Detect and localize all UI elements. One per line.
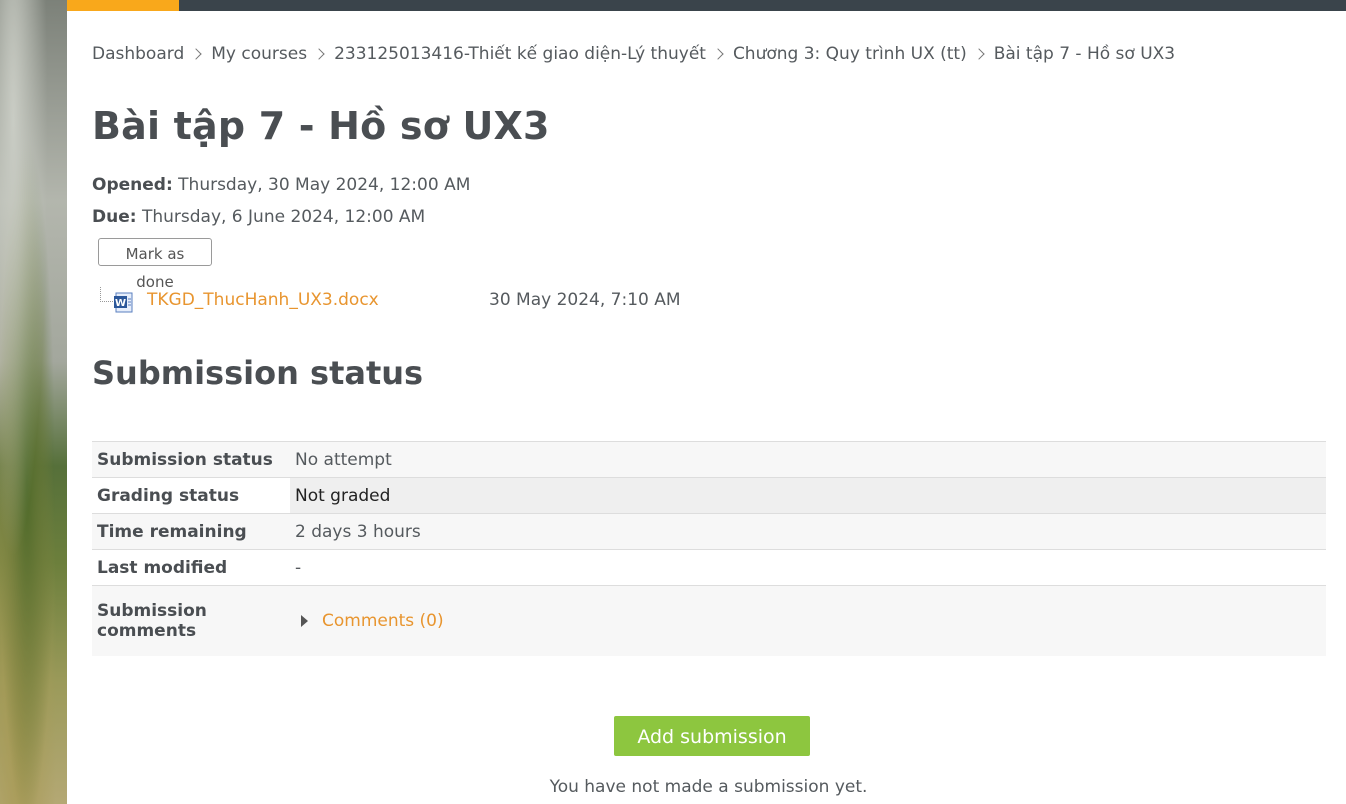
no-submission-text: You have not made a submission yet. <box>549 777 868 797</box>
row-value: No attempt <box>295 449 392 470</box>
section-title: Submission status <box>92 354 424 392</box>
attachment-link[interactable]: TKGD_ThucHanh_UX3.docx <box>147 290 379 310</box>
table-row: Last modified - <box>92 549 1326 586</box>
table-row: Time remaining 2 days 3 hours <box>92 513 1326 550</box>
caret-right-icon <box>301 614 308 627</box>
due-date: Due: Thursday, 6 June 2024, 12:00 AM <box>92 207 425 227</box>
word-doc-icon: W <box>114 292 133 313</box>
row-label: Last modified <box>97 557 228 578</box>
opened-label: Opened: <box>92 175 173 195</box>
file-tree-connector <box>100 287 113 302</box>
attachment-date: 30 May 2024, 7:10 AM <box>489 290 681 310</box>
breadcrumb-chevron-icon <box>973 48 985 60</box>
comments-toggle[interactable]: Comments (0) <box>295 611 444 631</box>
svg-text:W: W <box>115 298 126 309</box>
breadcrumb-section[interactable]: Chương 3: Quy trình UX (tt) <box>733 44 967 64</box>
row-label: Submission comments <box>92 586 290 657</box>
breadcrumb-chevron-icon <box>313 48 325 60</box>
row-label: Grading status <box>92 477 290 514</box>
due-label: Due: <box>92 207 137 227</box>
row-label: Time remaining <box>97 521 247 542</box>
opened-date: Opened: Thursday, 30 May 2024, 12:00 AM <box>92 175 470 195</box>
row-value: 2 days 3 hours <box>295 521 421 542</box>
comments-label-line1: Submission <box>97 601 207 621</box>
background-image-strip <box>0 0 67 804</box>
opened-value: Thursday, 30 May 2024, 12:00 AM <box>178 175 471 195</box>
submission-status-table: Submission status No attempt Grading sta… <box>92 441 1326 656</box>
row-value: Not graded <box>290 477 1326 514</box>
navbar-accent <box>67 0 179 11</box>
table-row: Submission status No attempt <box>92 441 1326 478</box>
row-label: Submission status <box>97 449 273 470</box>
mark-as-done-button[interactable]: Mark as done <box>98 238 212 291</box>
breadcrumb-my-courses[interactable]: My courses <box>211 44 307 64</box>
page-title: Bài tập 7 - Hồ sơ UX3 <box>92 104 550 148</box>
top-navbar <box>67 0 1346 11</box>
main-page: Dashboard My courses 233125013416-Thiết … <box>67 0 1346 804</box>
comments-link[interactable]: Comments (0) <box>322 611 444 631</box>
table-row: Grading status Not graded <box>92 477 1326 514</box>
comments-label-line2: comments <box>97 621 197 641</box>
row-value: Comments (0) <box>290 586 1326 657</box>
row-value: - <box>295 557 302 578</box>
breadcrumb-course[interactable]: 233125013416-Thiết kế giao diện-Lý thuyế… <box>334 44 706 64</box>
breadcrumb-chevron-icon <box>190 48 202 60</box>
breadcrumb-assignment[interactable]: Bài tập 7 - Hồ sơ UX3 <box>994 44 1175 64</box>
breadcrumb: Dashboard My courses 233125013416-Thiết … <box>92 44 1175 64</box>
add-submission-button[interactable]: Add submission <box>614 716 810 756</box>
breadcrumb-dashboard[interactable]: Dashboard <box>92 44 184 64</box>
table-row: Submission comments Comments (0) <box>92 585 1326 657</box>
due-value: Thursday, 6 June 2024, 12:00 AM <box>141 207 426 227</box>
breadcrumb-chevron-icon <box>712 48 724 60</box>
